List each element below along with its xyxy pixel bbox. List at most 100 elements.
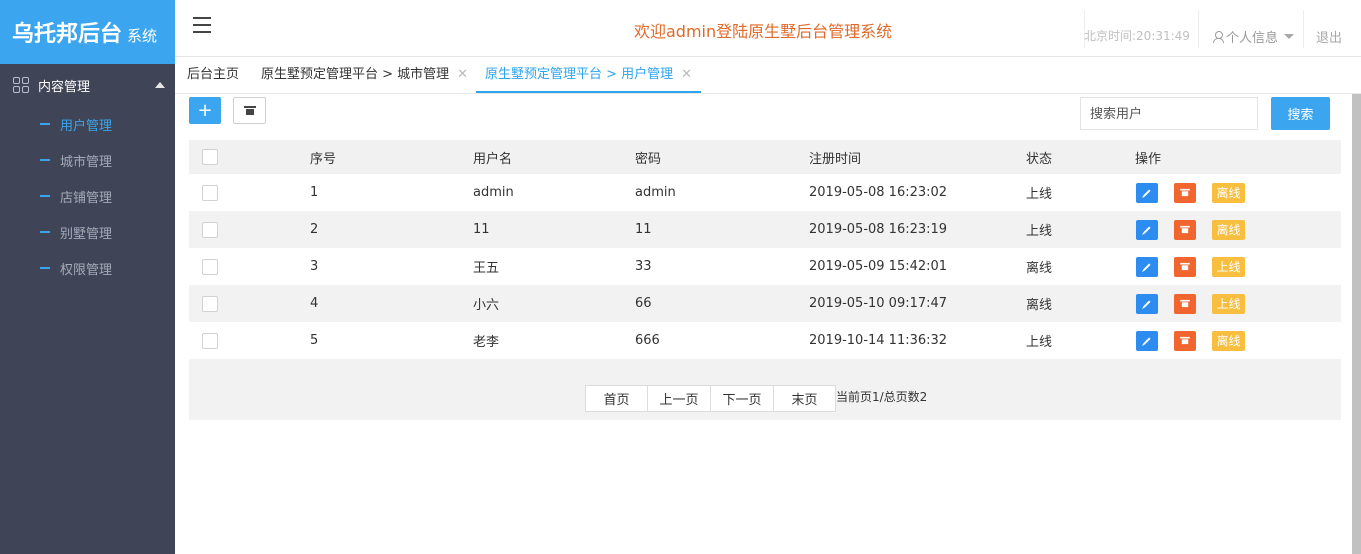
tab-label: 原生墅预定管理平台 > 用户管理 — [485, 67, 674, 82]
table-row: 3 王五 33 2019-05-09 15:42:01 离线 上线 — [189, 248, 1341, 285]
edit-button[interactable] — [1136, 293, 1158, 314]
edit-button[interactable] — [1136, 182, 1158, 203]
cell-id: 3 — [310, 259, 319, 274]
tab-home[interactable]: 后台主页 — [187, 57, 239, 93]
trash-icon — [1180, 336, 1190, 345]
cell-username: 王五 — [473, 261, 500, 276]
trash-icon — [1180, 188, 1190, 197]
dash-icon — [40, 159, 50, 161]
delete-button[interactable] — [1174, 219, 1196, 240]
column-header: 操作 — [1135, 151, 1162, 167]
tab-label: 原生墅预定管理平台 > 城市管理 — [261, 67, 450, 82]
select-all-checkbox[interactable] — [202, 149, 218, 165]
brand-logo: 乌托邦后台 系统 — [0, 0, 175, 64]
chevron-down-icon — [1284, 34, 1295, 39]
cell-id: 5 — [310, 333, 319, 348]
sidebar-item-label: 用户管理 — [60, 118, 113, 134]
sidebar-group-content[interactable]: 内容管理 — [0, 64, 175, 106]
cell-status: 上线 — [1026, 335, 1053, 350]
column-header: 状态 — [1026, 151, 1053, 167]
top-header: 欢迎admin登陆原生墅后台管理系统 北京时间:20:31:49 个人信息 退出 — [175, 0, 1361, 57]
tab-city-management[interactable]: 原生墅预定管理平台 > 城市管理 ✕ — [261, 57, 468, 93]
sidebar-item-villas[interactable]: 别墅管理 — [0, 214, 175, 250]
pencil-icon — [1143, 225, 1151, 234]
edit-button[interactable] — [1136, 330, 1158, 351]
dash-icon — [40, 195, 50, 197]
trash-icon — [1180, 225, 1190, 234]
delete-button[interactable] — [1174, 293, 1196, 314]
tab-user-management[interactable]: 原生墅预定管理平台 > 用户管理 ✕ — [476, 57, 702, 93]
row-checkbox[interactable] — [202, 258, 218, 275]
welcome-text: 欢迎admin登陆原生墅后台管理系统 — [634, 22, 893, 41]
brand-suffix: 系统 — [127, 26, 158, 45]
search-button[interactable]: 搜索 — [1271, 97, 1330, 130]
toggle-status-button[interactable]: 离线 — [1212, 219, 1245, 240]
cell-password: 33 — [635, 259, 652, 274]
last-page-button[interactable]: 末页 — [773, 385, 836, 412]
user-menu[interactable]: 个人信息 — [1213, 27, 1295, 46]
table-row: 5 老李 666 2019-10-14 11:36:32 上线 离线 — [189, 322, 1341, 359]
first-page-button[interactable]: 首页 — [585, 385, 648, 412]
sidebar-item-users[interactable]: 用户管理 — [0, 106, 175, 142]
dash-icon — [40, 231, 50, 233]
table-row: 1 admin admin 2019-05-08 16:23:02 上线 离线 — [189, 174, 1341, 211]
row-checkbox[interactable] — [202, 295, 218, 312]
table-row: 2 11 11 2019-05-08 16:23:19 上线 离线 — [189, 211, 1341, 248]
cell-id: 2 — [310, 222, 319, 237]
delete-button[interactable] — [1174, 330, 1196, 351]
add-button[interactable]: + — [189, 97, 221, 124]
cell-password: 66 — [635, 296, 652, 311]
search-input[interactable] — [1080, 97, 1258, 130]
sidebar-item-label: 别墅管理 — [60, 226, 113, 242]
table-row: 4 小六 66 2019-05-10 09:17:47 离线 上线 — [189, 285, 1341, 322]
table-header: 序号 用户名 密码 注册时间 状态 操作 — [189, 140, 1341, 174]
sidebar-item-permissions[interactable]: 权限管理 — [0, 250, 175, 286]
cell-password: admin — [635, 185, 676, 200]
trash-icon — [1180, 299, 1190, 308]
cell-password: 666 — [635, 333, 660, 348]
delete-button[interactable] — [1174, 256, 1196, 277]
toggle-status-button[interactable]: 上线 — [1212, 256, 1245, 277]
close-icon[interactable]: ✕ — [681, 67, 692, 82]
row-checkbox[interactable] — [202, 184, 218, 201]
user-table: 序号 用户名 密码 注册时间 状态 操作 1 admin admin 2019-… — [189, 140, 1341, 359]
close-icon[interactable]: ✕ — [457, 67, 468, 82]
cell-id: 1 — [310, 185, 319, 200]
trash-icon — [1180, 262, 1190, 271]
dash-icon — [40, 267, 50, 269]
prev-page-button[interactable]: 上一页 — [647, 385, 711, 412]
cell-status: 上线 — [1026, 187, 1053, 202]
scrollbar-thumb[interactable] — [1352, 94, 1361, 554]
row-checkbox[interactable] — [202, 332, 218, 349]
batch-delete-button[interactable] — [233, 97, 266, 124]
edit-button[interactable] — [1136, 219, 1158, 240]
tab-label: 后台主页 — [187, 67, 240, 82]
sidebar-item-label: 店铺管理 — [60, 190, 113, 206]
logout-button[interactable]: 退出 — [1316, 27, 1342, 46]
column-header: 用户名 — [473, 151, 513, 167]
cell-username: 老李 — [473, 335, 500, 350]
edit-button[interactable] — [1136, 256, 1158, 277]
scrollbar[interactable] — [1352, 94, 1361, 554]
pagination: 首页 上一页 下一页 末页 当前页1/总页数2 — [189, 359, 1341, 420]
sidebar-group-label: 内容管理 — [38, 79, 91, 95]
cell-username: 小六 — [473, 298, 500, 313]
toggle-status-button[interactable]: 上线 — [1212, 293, 1245, 314]
next-page-button[interactable]: 下一页 — [710, 385, 774, 412]
delete-button[interactable] — [1174, 182, 1196, 203]
pencil-icon — [1143, 262, 1151, 271]
divider — [1303, 10, 1304, 48]
toggle-status-button[interactable]: 离线 — [1212, 330, 1245, 351]
row-checkbox[interactable] — [202, 221, 218, 238]
cell-username: admin — [473, 185, 514, 200]
toggle-status-button[interactable]: 离线 — [1212, 182, 1245, 203]
sidebar-item-cities[interactable]: 城市管理 — [0, 142, 175, 178]
cell-password: 11 — [635, 222, 652, 237]
brand-name: 乌托邦后台 — [12, 22, 123, 47]
sidebar-item-shops[interactable]: 店铺管理 — [0, 178, 175, 214]
cell-registered: 2019-05-09 15:42:01 — [809, 259, 948, 274]
clock-text: 北京时间:20:31:49 — [1084, 29, 1190, 43]
menu-toggle-icon[interactable] — [193, 17, 211, 33]
cell-registered: 2019-05-10 09:17:47 — [809, 296, 948, 311]
sidebar: 乌托邦后台 系统 内容管理 用户管理 城市管理 店铺管理 别墅管理 权限管理 — [0, 0, 175, 554]
